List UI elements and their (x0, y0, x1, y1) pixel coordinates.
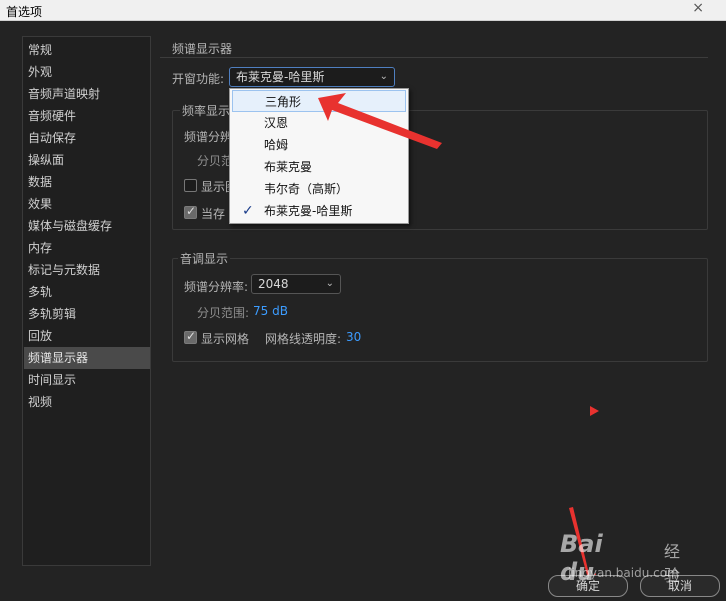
annotation-arrow-icon (318, 93, 442, 149)
watermark-url: jingyan.baidu.com (568, 566, 679, 580)
annotation-overlay (318, 93, 599, 588)
annotation-pointer-icon (590, 406, 599, 416)
